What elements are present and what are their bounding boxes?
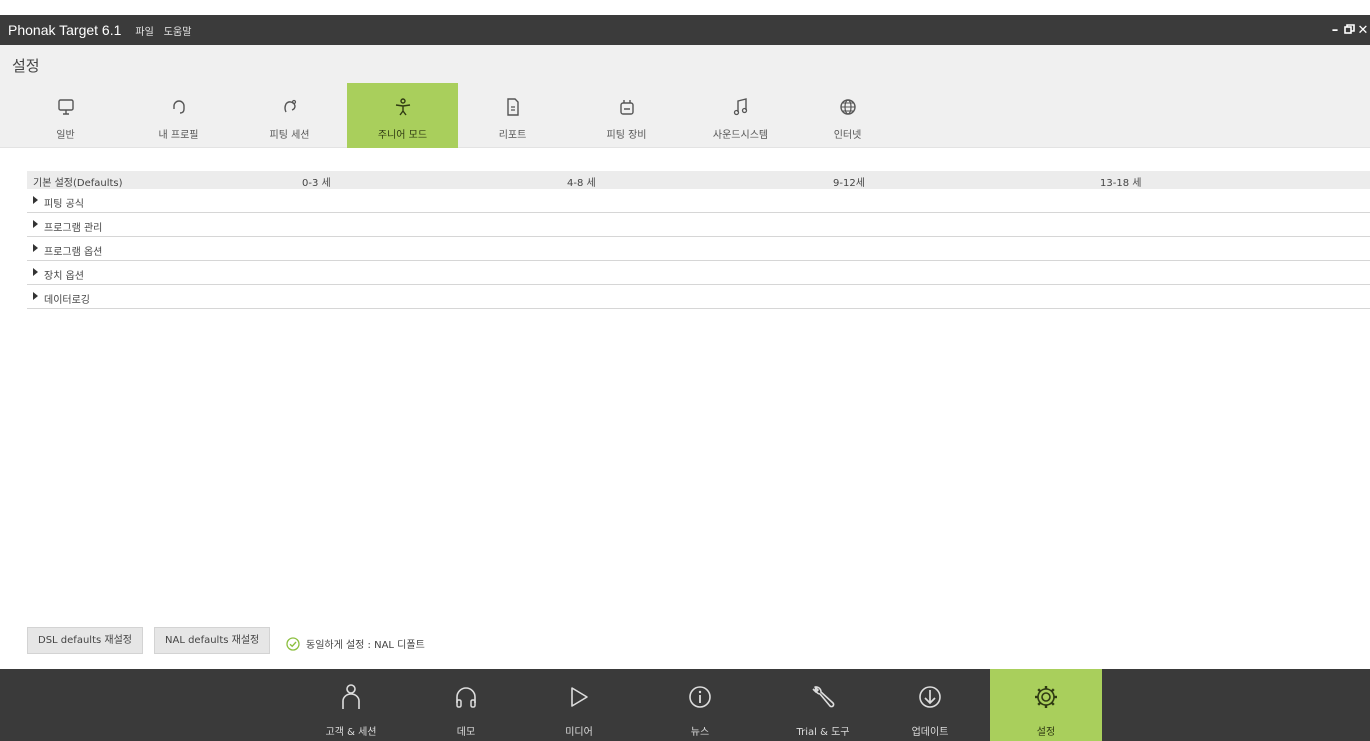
page-header: 설정: [0, 45, 1370, 83]
tab-sound-system[interactable]: 사운드시스템: [685, 83, 796, 148]
header-defaults: 기본 설정(Defaults): [33, 178, 123, 189]
table-header: 기본 설정(Defaults) 0-3 세 4-8 세 9-12세 13-18 …: [27, 171, 1370, 189]
expand-arrow-icon[interactable]: [33, 268, 38, 276]
row-label: 데이터로깅: [44, 295, 90, 306]
tab-fitting-session[interactable]: 피팅 세션: [234, 83, 345, 148]
tab-label: 일반: [56, 130, 75, 141]
nav-label: 업데이트: [911, 727, 949, 738]
globe-icon: [792, 97, 903, 119]
children-icon: [347, 97, 458, 119]
device-icon: [571, 97, 682, 119]
row-label: 피팅 공식: [44, 199, 84, 210]
expand-arrow-icon[interactable]: [33, 292, 38, 300]
nav-update[interactable]: 업데이트: [874, 669, 986, 741]
check-circle-icon: [286, 636, 300, 651]
table-row[interactable]: 피팅 공식: [27, 189, 1370, 213]
info-icon: [644, 683, 756, 713]
play-icon: [523, 683, 635, 713]
expand-arrow-icon[interactable]: [33, 196, 38, 204]
nav-label: 미디어: [565, 727, 593, 738]
window-controls: – ✕: [1328, 15, 1370, 45]
ear-icon: [234, 97, 345, 119]
tab-label: 사운드시스템: [712, 130, 769, 141]
nav-demo[interactable]: 데모: [410, 669, 522, 741]
dsl-defaults-reset-button[interactable]: DSL defaults 재설정: [27, 627, 143, 654]
minimize-icon[interactable]: –: [1328, 23, 1342, 38]
music-note-icon: [685, 97, 796, 119]
download-icon: [874, 683, 986, 713]
nav-label: 설정: [1036, 727, 1056, 738]
close-icon[interactable]: ✕: [1356, 23, 1370, 38]
monitor-icon: [10, 97, 121, 119]
header-age-0-3: 0-3 세: [302, 178, 331, 189]
bottom-navigation: 고객 & 세션 데모 미디어 뉴스 Trial & 도구 업데이트 설정: [0, 669, 1370, 741]
tab-internet[interactable]: 인터넷: [792, 83, 903, 148]
restore-icon[interactable]: [1342, 23, 1356, 38]
tab-label: 내 프로필: [158, 130, 199, 141]
status-message: 동일하게 설정 : NAL 디폴트: [286, 636, 425, 651]
tab-label: 피팅 장비: [606, 130, 647, 141]
table-row[interactable]: 프로그램 옵션: [27, 237, 1370, 261]
tab-my-profile[interactable]: 내 프로필: [123, 83, 234, 148]
headphones-icon: [410, 683, 522, 713]
tab-label: 주니어 모드: [377, 130, 428, 141]
tab-label: 피팅 세션: [269, 130, 310, 141]
nav-label: 고객 & 세션: [325, 727, 377, 738]
person-icon: [295, 683, 407, 713]
tab-report[interactable]: 리포트: [457, 83, 568, 148]
nav-settings[interactable]: 설정: [990, 669, 1102, 741]
expand-arrow-icon[interactable]: [33, 220, 38, 228]
nav-client-session[interactable]: 고객 & 세션: [295, 669, 407, 741]
document-icon: [457, 97, 568, 119]
header-age-4-8: 4-8 세: [567, 178, 596, 189]
row-label: 장치 옵션: [44, 271, 84, 282]
settings-tab-bar: 일반 내 프로필 피팅 세션 주니어 모드 리포트 피팅 장비 사운드시스템 인…: [0, 83, 1370, 148]
table-row[interactable]: 프로그램 관리: [27, 213, 1370, 237]
tab-label: 리포트: [498, 130, 527, 141]
header-age-9-12: 9-12세: [833, 178, 865, 189]
menu-file[interactable]: 파일: [135, 23, 153, 38]
row-label: 프로그램 옵션: [44, 247, 103, 258]
app-title: Phonak Target 6.1: [8, 22, 122, 38]
nav-news[interactable]: 뉴스: [644, 669, 756, 741]
table-row[interactable]: 데이터로깅: [27, 285, 1370, 309]
nav-trial-tools[interactable]: Trial & 도구: [767, 669, 879, 741]
top-margin: [0, 0, 1370, 15]
tab-label: 인터넷: [833, 130, 862, 141]
nal-defaults-reset-button[interactable]: NAL defaults 재설정: [154, 627, 271, 654]
tab-fitting-device[interactable]: 피팅 장비: [571, 83, 682, 148]
nav-label: 데모: [456, 727, 476, 738]
wrench-icon: [767, 683, 879, 713]
headset-icon: [123, 97, 234, 119]
page-title: 설정: [12, 57, 40, 75]
gear-icon: [990, 683, 1102, 713]
junior-defaults-table: 기본 설정(Defaults) 0-3 세 4-8 세 9-12세 13-18 …: [27, 171, 1370, 309]
row-label: 프로그램 관리: [44, 223, 103, 234]
expand-arrow-icon[interactable]: [33, 244, 38, 252]
table-row[interactable]: 장치 옵션: [27, 261, 1370, 285]
header-age-13-18: 13-18 세: [1100, 178, 1142, 189]
nav-label: Trial & 도구: [796, 727, 850, 738]
tab-general[interactable]: 일반: [10, 83, 121, 148]
title-bar: Phonak Target 6.1 파일 도움말 – ✕: [0, 15, 1370, 45]
tab-junior-mode[interactable]: 주니어 모드: [347, 83, 458, 148]
status-text: 동일하게 설정 : NAL 디폴트: [306, 640, 425, 651]
nav-media[interactable]: 미디어: [523, 669, 635, 741]
menu-help[interactable]: 도움말: [164, 23, 192, 38]
nav-label: 뉴스: [690, 727, 710, 738]
